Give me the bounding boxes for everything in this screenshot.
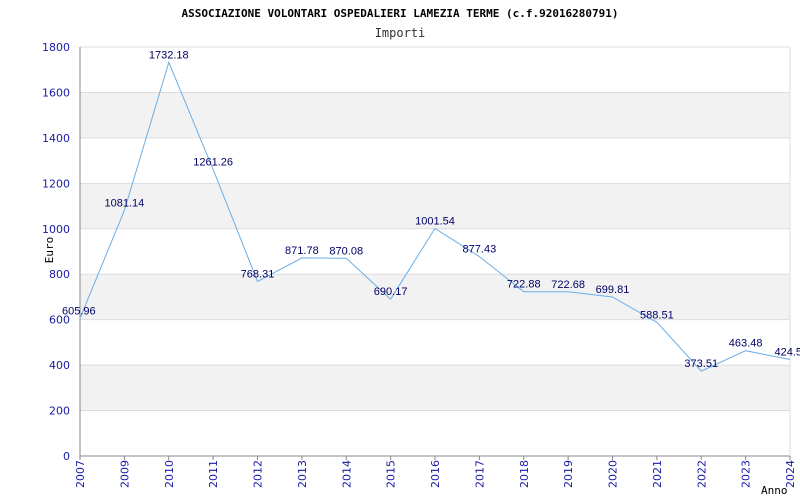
x-tick-label: 2023 bbox=[740, 460, 753, 488]
x-tick-label: 2022 bbox=[695, 460, 708, 488]
y-tick-label: 800 bbox=[49, 268, 70, 281]
y-tick-label: 1400 bbox=[42, 132, 70, 145]
data-label: 871.78 bbox=[285, 245, 319, 257]
x-tick-label: 2014 bbox=[340, 460, 353, 488]
x-tick-label: 2016 bbox=[429, 460, 442, 488]
chart-subtitle: Importi bbox=[375, 26, 426, 40]
data-label: 870.08 bbox=[329, 245, 363, 257]
grid-band bbox=[80, 92, 790, 138]
x-axis-label: Anno bbox=[761, 484, 788, 497]
y-tick-label: 1200 bbox=[42, 177, 70, 190]
x-tick-label: 2012 bbox=[252, 460, 265, 488]
line-chart: ASSOCIAZIONE VOLONTARI OSPEDALIERI LAMEZ… bbox=[42, 7, 800, 497]
data-label: 605.96 bbox=[62, 305, 96, 317]
data-label: 373.51 bbox=[684, 358, 718, 370]
chart-title: ASSOCIAZIONE VOLONTARI OSPEDALIERI LAMEZ… bbox=[181, 7, 618, 20]
data-label: 877.43 bbox=[463, 244, 497, 256]
y-tick-label: 1800 bbox=[42, 41, 70, 54]
y-tick-label: 1600 bbox=[42, 86, 70, 99]
data-label: 722.68 bbox=[551, 279, 585, 291]
x-tick-label: 2010 bbox=[163, 460, 176, 488]
x-tick-label: 2019 bbox=[562, 460, 575, 488]
y-tick-label: 1000 bbox=[42, 223, 70, 236]
y-tick-label: 0 bbox=[63, 450, 70, 463]
data-label: 1001.54 bbox=[415, 215, 455, 227]
data-label: 588.51 bbox=[640, 309, 674, 321]
data-label: 463.48 bbox=[729, 338, 763, 350]
x-tick-label: 2009 bbox=[118, 460, 131, 488]
data-label: 424.5 bbox=[774, 347, 800, 359]
data-label: 690.17 bbox=[374, 286, 408, 298]
data-label: 1732.18 bbox=[149, 49, 189, 61]
x-tick-label: 2018 bbox=[518, 460, 531, 488]
x-tick-label: 2021 bbox=[651, 460, 664, 488]
y-tick-label: 200 bbox=[49, 405, 70, 418]
x-tick-label: 2020 bbox=[607, 460, 620, 488]
data-label: 722.88 bbox=[507, 279, 541, 291]
data-label: 768.31 bbox=[241, 268, 275, 280]
x-axis-ticks: 2007 2009 2010 2011 2012 2013 2014 2015 2016 2017… bbox=[74, 456, 797, 488]
x-tick-label: 2007 bbox=[74, 460, 87, 488]
data-label: 1081.14 bbox=[104, 197, 144, 209]
x-tick-label: 2015 bbox=[385, 460, 398, 488]
x-tick-label: 2013 bbox=[296, 460, 309, 488]
y-tick-label: 400 bbox=[49, 359, 70, 372]
y-axis-label: Euro bbox=[43, 237, 56, 264]
grid-band bbox=[80, 274, 790, 320]
data-label: 699.81 bbox=[596, 284, 630, 296]
data-label: 1261.26 bbox=[193, 156, 233, 168]
grid-band bbox=[80, 365, 790, 411]
x-tick-label: 2011 bbox=[207, 460, 220, 488]
x-tick-label: 2017 bbox=[473, 460, 486, 488]
